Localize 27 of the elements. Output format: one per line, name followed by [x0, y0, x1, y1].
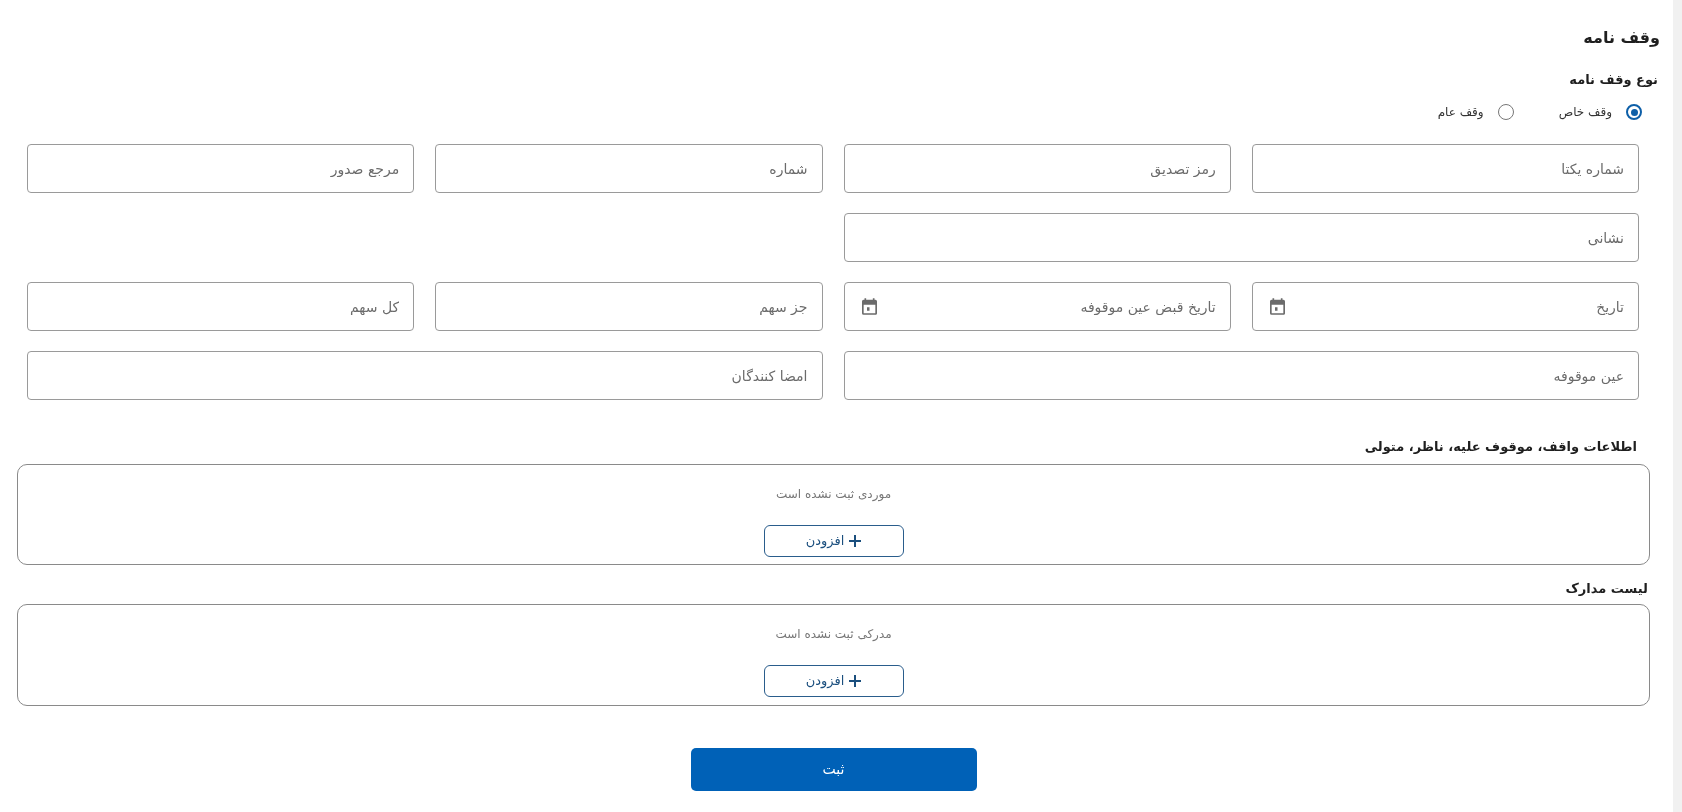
date-field[interactable]: تاریخ [1251, 282, 1639, 331]
radio-label: وقف عام [1437, 104, 1484, 120]
empty-message: موردی ثبت نشده است [775, 486, 892, 502]
input-field[interactable]: نشانی [843, 213, 1639, 262]
plus-icon [849, 535, 862, 547]
plus-icon [849, 675, 862, 687]
input-field[interactable]: امضا کنندگان [27, 351, 823, 400]
add-button[interactable]: افزودن [763, 525, 904, 557]
calendar-icon[interactable] [1269, 298, 1285, 315]
section-heading: لیست مدارک [1565, 581, 1648, 597]
add-button[interactable]: افزودن [763, 665, 904, 697]
radio-button[interactable] [1626, 104, 1642, 120]
input-field[interactable]: جز سهم [435, 282, 823, 331]
section-heading: اطلاعات واقف، موقوف علیه، ناظر، متولی [1364, 439, 1637, 455]
calendar-icon[interactable] [861, 298, 877, 315]
input-field[interactable]: شماره یکتا [1251, 144, 1639, 193]
page-title: وقف نامه [1583, 28, 1660, 48]
input-field[interactable]: رمز تصدیق [843, 144, 1231, 193]
empty-message: مدرکی ثبت نشده است [775, 626, 892, 642]
input-field[interactable]: عین موقوفه [843, 351, 1639, 400]
date-field[interactable]: تاریخ قبض عین موقوفه [843, 282, 1231, 331]
input-field[interactable]: مرجع صدور [27, 144, 415, 193]
input-field[interactable]: کل سهم [27, 282, 415, 331]
radio-label: وقف خاص [1558, 104, 1612, 120]
input-field[interactable]: شماره [435, 144, 823, 193]
field-label: نوع وقف نامه [1569, 71, 1658, 88]
submit-button[interactable]: ثبت [690, 748, 977, 791]
